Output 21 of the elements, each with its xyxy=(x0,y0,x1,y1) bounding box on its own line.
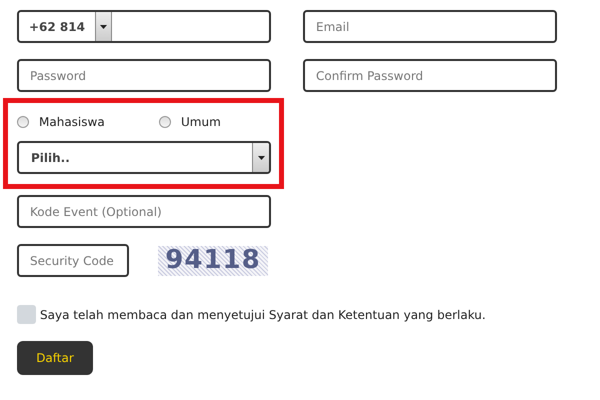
agreement-checkbox[interactable] xyxy=(17,305,36,324)
event-code-field[interactable]: Kode Event (Optional) xyxy=(17,195,271,228)
agreement-text: Saya telah membaca dan menyetujui Syarat dan Ketentuan yang berlaku. xyxy=(40,306,486,324)
caret-icon xyxy=(100,24,107,28)
radio-label: Mahasiswa xyxy=(39,114,105,131)
radio-label: Umum xyxy=(181,114,221,131)
captcha-image: 94118 xyxy=(158,246,268,276)
register-button[interactable]: Daftar xyxy=(17,341,93,375)
radio-button[interactable] xyxy=(17,116,29,128)
dropdown-toggle[interactable] xyxy=(252,143,269,172)
country-code: +62 814 xyxy=(28,18,86,36)
radio-button[interactable] xyxy=(159,116,171,128)
email-field[interactable]: Email xyxy=(303,10,557,43)
password-field[interactable]: Password xyxy=(17,59,271,92)
phone-field[interactable]: +62 814 xyxy=(17,10,271,43)
security-code-field[interactable]: Security Code xyxy=(17,244,129,277)
category-select[interactable]: Pilih.. xyxy=(17,141,271,174)
caret-icon xyxy=(258,156,264,160)
dropdown-toggle[interactable] xyxy=(95,12,112,41)
select-value: Pilih.. xyxy=(30,150,71,166)
confirm-password-field[interactable]: Confirm Password xyxy=(303,59,557,92)
